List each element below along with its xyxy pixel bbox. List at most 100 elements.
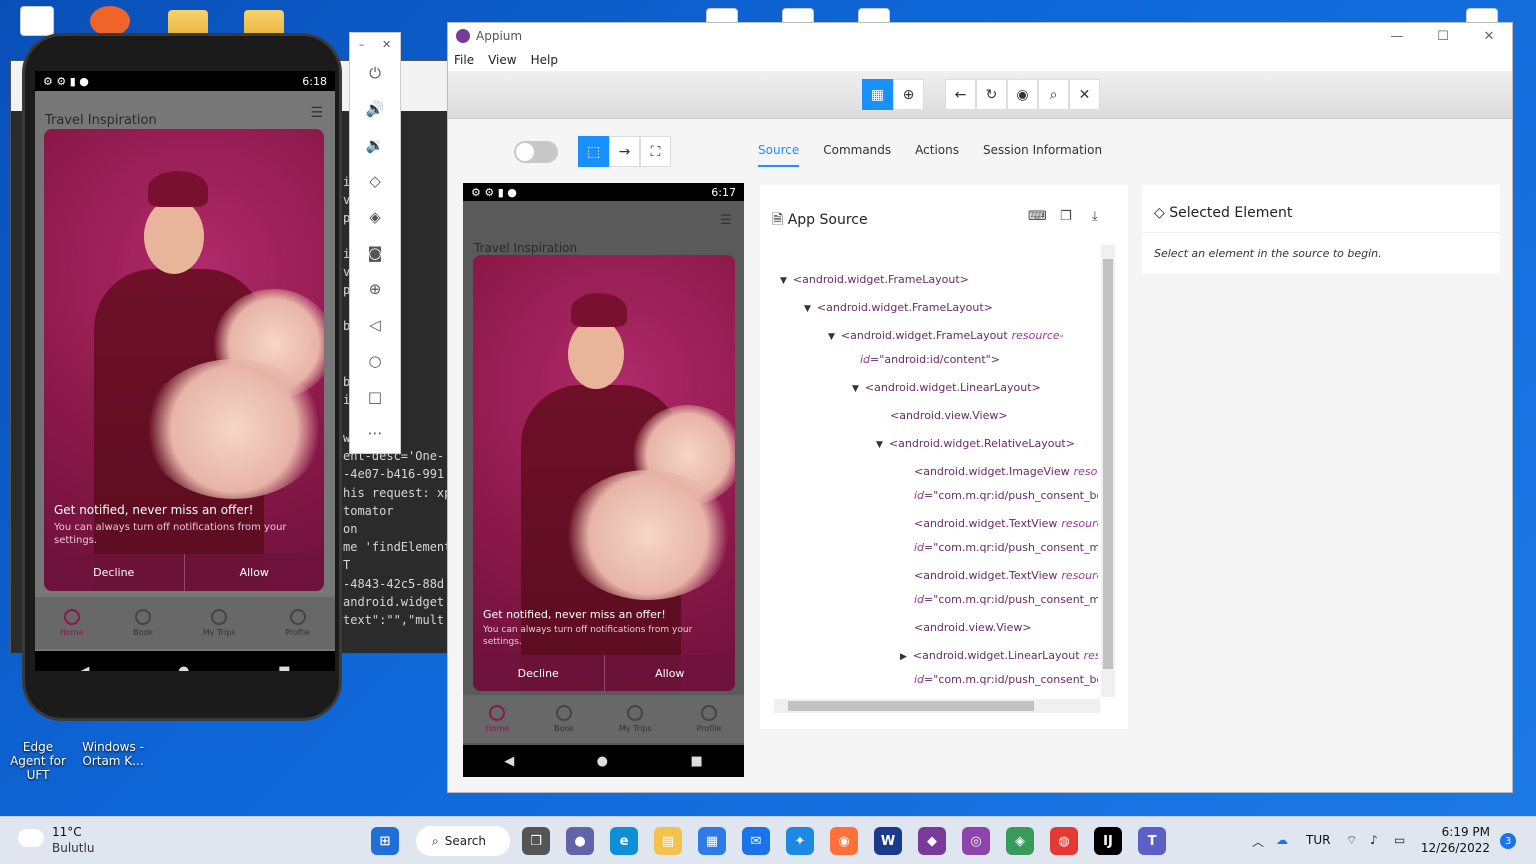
camera-icon[interactable]: ◙ <box>350 235 400 271</box>
window-maximize-button[interactable]: ☐ <box>1420 23 1466 49</box>
sys-recents-icon[interactable]: ■ <box>278 664 290 672</box>
overview-icon[interactable]: □ <box>350 379 400 415</box>
allow-button[interactable]: Allow <box>185 554 325 591</box>
tree-node[interactable]: <android.view.View> <box>890 409 1008 422</box>
more-icon[interactable]: ⋯ <box>350 415 400 451</box>
teams-icon[interactable]: T <box>1138 827 1166 855</box>
tree-node[interactable]: ▼ <android.widget.FrameLayout> <box>804 301 993 314</box>
android-studio-icon[interactable]: ◈ <box>1006 827 1034 855</box>
hamburger-menu-icon[interactable]: ☰ <box>310 105 323 121</box>
search-button[interactable]: ⌕ <box>1038 79 1069 110</box>
tab-source[interactable]: Source <box>758 143 800 167</box>
tap-coordinates-button[interactable]: ⛶ <box>640 136 671 167</box>
tree-node[interactable]: id="android:id/content"> <box>860 353 1000 366</box>
recycle-bin-icon[interactable] <box>20 6 54 36</box>
desktop-icon-windows-ortam[interactable]: Windows - Ortam K... <box>80 740 146 768</box>
search-box[interactable]: ⌕ Search <box>416 826 510 856</box>
intellij-icon[interactable]: IJ <box>1094 827 1122 855</box>
tree-node[interactable]: <android.widget.TextViewresource <box>914 569 1098 582</box>
language-indicator[interactable]: TUR <box>1306 833 1330 847</box>
swipe-button[interactable]: → <box>609 136 640 167</box>
tree-horizontal-scrollbar[interactable] <box>774 699 1100 713</box>
tree-node[interactable]: ▼ <android.widget.LinearLayout> <box>852 381 1041 394</box>
store-icon[interactable]: ▦ <box>698 827 726 855</box>
clock-date[interactable]: 12/26/2022 <box>1420 841 1490 855</box>
start-icon[interactable]: ⊞ <box>371 827 399 855</box>
home-icon[interactable]: ○ <box>350 343 400 379</box>
volume-up-icon[interactable]: 🔊 <box>350 91 400 127</box>
tab-actions[interactable]: Actions <box>915 143 959 167</box>
menu-view[interactable]: View <box>488 53 516 67</box>
tree-node[interactable]: id="com.m.qr:id/push_consent_bg <box>914 489 1098 502</box>
teams-chat-icon[interactable]: ● <box>566 827 594 855</box>
close-icon[interactable]: ✕ <box>382 38 391 51</box>
select-elements-button[interactable]: ⬚ <box>578 136 609 167</box>
tree-node[interactable]: <android.view.View> <box>914 621 1032 634</box>
volume-icon[interactable]: ♪ <box>1370 833 1378 847</box>
clock-time[interactable]: 6:19 PM <box>1420 825 1490 839</box>
decline-button[interactable]: Decline <box>44 554 185 591</box>
web-mode-button[interactable]: ⊕ <box>893 79 924 110</box>
window-minimize-button[interactable]: — <box>1374 23 1420 49</box>
nav-home[interactable]: Home <box>60 609 83 637</box>
toggle-switch[interactable] <box>514 141 558 163</box>
file-explorer-icon[interactable]: ▤ <box>654 827 682 855</box>
tree-node[interactable]: ▼ <android.widget.FrameLayout resource- <box>828 329 1064 342</box>
refresh-button[interactable]: ↻ <box>976 79 1007 110</box>
vertical-scroll-thumb[interactable] <box>1103 259 1113 669</box>
tree-vertical-scrollbar[interactable] <box>1101 245 1115 697</box>
task-view-icon[interactable]: ❐ <box>522 827 550 855</box>
expand-toggle-icon[interactable]: ▼ <box>804 304 811 314</box>
back-icon[interactable]: ◁ <box>350 307 400 343</box>
desktop-icon-edge-agent[interactable]: Edge Agent for UFT <box>4 740 72 782</box>
firefox-icon[interactable]: ◉ <box>830 827 858 855</box>
tree-node[interactable]: id="com.m.qr:id/push_consent_ms <box>914 593 1098 606</box>
expand-toggle-icon[interactable]: ▼ <box>852 384 859 394</box>
menu-file[interactable]: File <box>454 53 474 67</box>
tree-node[interactable]: id="com.m.qr:id/push_consent_ms <box>914 541 1098 554</box>
sys-home-icon[interactable]: ● <box>178 664 189 672</box>
tree-node[interactable]: <android.widget.ImageViewresou <box>914 465 1098 478</box>
tree-node[interactable]: id="com.m.qr:id/push_consent_bo <box>914 673 1098 686</box>
weather-icon[interactable] <box>18 829 44 847</box>
tree-node[interactable]: ▼ <android.widget.FrameLayout> <box>780 273 969 286</box>
zoom-icon[interactable]: ⊕ <box>350 271 400 307</box>
safari-icon[interactable]: ✦ <box>786 827 814 855</box>
weather-desc[interactable]: Bulutlu <box>52 841 94 855</box>
menu-help[interactable]: Help <box>531 53 558 67</box>
emulator-screen[interactable]: ⚙ ⚙ ▮ ● 6:18 ☰ Travel Inspiration Get no… <box>35 71 335 671</box>
nav-trips[interactable]: My Trips <box>203 609 236 637</box>
tree-node[interactable]: ▼ <android.widget.RelativeLayout> <box>876 437 1075 450</box>
mail-icon[interactable]: ✉ <box>742 827 770 855</box>
minimize-icon[interactable]: – <box>359 38 365 51</box>
back-button[interactable]: ← <box>945 79 976 110</box>
tree-node[interactable]: <android.widget.TextViewresource <box>914 517 1098 530</box>
expand-toggle-icon[interactable]: ▼ <box>876 440 883 450</box>
tree-node[interactable]: ▶ <android.widget.LinearLayoutreso <box>900 649 1098 662</box>
chevron-up-icon[interactable]: ︿ <box>1252 833 1264 850</box>
expand-toggle-icon[interactable]: ▶ <box>900 652 907 662</box>
device-preview[interactable]: ⚙ ⚙ ▮ ● 6:17 ☰ Travel Inspiration Get no… <box>463 183 744 777</box>
app-icon[interactable]: ◎ <box>962 827 990 855</box>
window-close-button[interactable]: ✕ <box>1466 23 1512 49</box>
nav-profile[interactable]: Profile <box>285 609 310 637</box>
rotate-right-icon[interactable]: ◈ <box>350 199 400 235</box>
chrome-icon[interactable]: ◍ <box>1050 827 1078 855</box>
rotate-left-icon[interactable]: ◇ <box>350 163 400 199</box>
sys-back-icon[interactable]: ◀ <box>79 664 89 672</box>
expand-toggle-icon[interactable]: ▼ <box>780 276 787 286</box>
weather-temp[interactable]: 11°C <box>52 825 82 839</box>
notification-badge[interactable]: 3 <box>1500 833 1516 849</box>
power-icon[interactable]: ⏻ <box>350 55 400 91</box>
onedrive-icon[interactable]: ☁ <box>1276 833 1288 847</box>
tab-commands[interactable]: Commands <box>823 143 891 167</box>
tab-session-information[interactable]: Session Information <box>983 143 1102 167</box>
battery-icon[interactable]: ▭ <box>1394 833 1405 847</box>
edge-icon[interactable]: e <box>610 827 638 855</box>
horizontal-scroll-thumb[interactable] <box>788 701 1034 711</box>
show-element-button[interactable]: ◉ <box>1007 79 1038 110</box>
expand-toggle-icon[interactable]: ▼ <box>828 332 835 342</box>
native-mode-button[interactable]: ▦ <box>862 79 893 110</box>
wifi-icon[interactable]: ⌔ <box>1346 833 1357 848</box>
word-icon[interactable]: W <box>874 827 902 855</box>
